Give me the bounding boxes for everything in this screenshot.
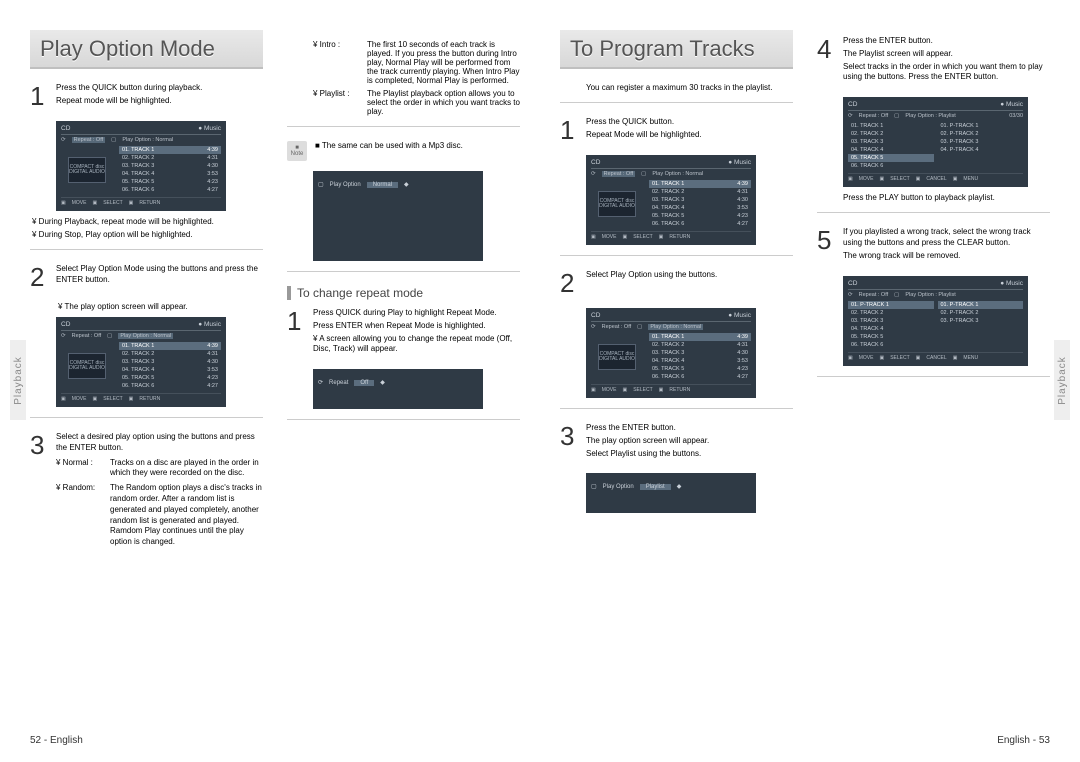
note-box: ■Note ■ The same can be used with a Mp3 … [287, 141, 520, 161]
osd-screenshot-1: CD● Music ⟳Repeat : Off▢Play Option : No… [56, 121, 226, 211]
left-col1: Play Option Mode 1 Press the QUICK butto… [30, 30, 263, 560]
subhead-change-repeat: To change repeat mode [287, 286, 520, 300]
title-play-option-mode: Play Option Mode [30, 30, 263, 69]
right-col2: 4 Press the ENTER button.The Playlist sc… [817, 30, 1050, 519]
osd-repeat: ⟳RepeatOff◆ [313, 369, 483, 409]
note-icon: ■Note [287, 141, 307, 161]
osd-screenshot-2: CD● Music ⟳Repeat : Off▢Play Option : No… [56, 317, 226, 407]
osd-playopt-playlist: ▢Play OptionPlaylist◆ [586, 473, 756, 513]
step-2: 2 Select Play Option Mode using the butt… [30, 264, 263, 290]
title-program-tracks: To Program Tracks [560, 30, 793, 69]
step-1: 1 Press the QUICK button during playback… [30, 83, 263, 109]
osd-playlist-1: CD● Music ⟳Repeat : Off▢Play Option : Pl… [843, 97, 1028, 187]
section-tab-left: Playback [10, 340, 26, 420]
left-col2: ¥ Intro :The first 10 seconds of each tr… [287, 30, 520, 560]
step-3: 3 Select a desired play option using the… [30, 432, 263, 548]
page-num-right: English - 53 [997, 735, 1050, 746]
repeat-step-1: 1 Press QUICK during Play to highlight R… [287, 308, 520, 357]
osd-playoption: ▢Play OptionNormal◆ [313, 171, 483, 261]
page-num-left: 52 - English [30, 735, 83, 746]
page-left: Playback Play Option Mode 1 Press the QU… [0, 0, 540, 762]
page-right: Playback To Program Tracks You can regis… [540, 0, 1080, 762]
osd-playlist-2: CD● Music ⟳Repeat : Off▢Play Option : Pl… [843, 276, 1028, 366]
section-tab-right: Playback [1054, 340, 1070, 420]
right-col1: To Program Tracks You can register a max… [560, 30, 793, 519]
osd-prog-2: CD● Music ⟳Repeat : Off▢Play Option : No… [586, 308, 756, 398]
osd-prog-1: CD● Music ⟳Repeat : Off▢Play Option : No… [586, 155, 756, 245]
manual-spread: Playback Play Option Mode 1 Press the QU… [0, 0, 1080, 762]
